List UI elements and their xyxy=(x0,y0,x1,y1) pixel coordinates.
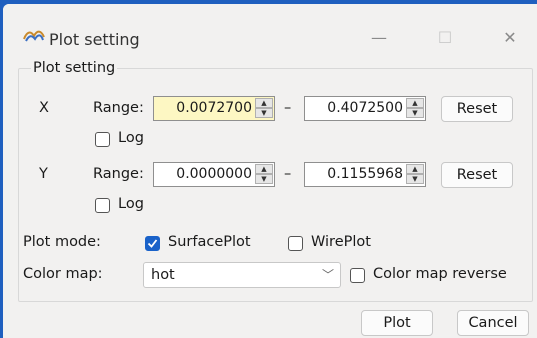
x-min-spinner[interactable]: ▲ ▼ xyxy=(255,98,273,119)
spin-up-icon[interactable]: ▲ xyxy=(255,98,273,108)
y-min-value: 0.0000000 xyxy=(176,166,252,182)
plot-button[interactable]: Plot xyxy=(361,310,433,336)
y-range-dash: – xyxy=(284,166,292,182)
spin-up-icon[interactable]: ▲ xyxy=(406,98,424,108)
color-map-value: hot xyxy=(151,267,175,283)
y-max-spinner[interactable]: ▲ ▼ xyxy=(406,164,424,185)
wireplot-checkbox[interactable] xyxy=(288,236,303,251)
minimize-button[interactable]: — xyxy=(369,28,389,48)
color-map-reverse-checkbox[interactable] xyxy=(350,268,365,283)
color-map-reverse-label: Color map reverse xyxy=(373,266,507,282)
y-reset-button[interactable]: Reset xyxy=(441,162,513,188)
spin-down-icon[interactable]: ▼ xyxy=(406,174,424,184)
y-axis-label: Y xyxy=(39,166,48,182)
x-min-value: 0.0072700 xyxy=(176,100,252,116)
title-bar[interactable]: Plot setting — ☐ ✕ xyxy=(3,4,537,49)
spin-up-icon[interactable]: ▲ xyxy=(406,164,424,174)
x-axis-label: X xyxy=(39,100,49,116)
group-label: Plot setting xyxy=(31,60,118,76)
y-log-checkbox[interactable] xyxy=(95,198,110,213)
x-max-value: 0.4072500 xyxy=(327,100,403,116)
y-range-label: Range: xyxy=(93,166,144,182)
color-map-label: Color map: xyxy=(23,266,103,282)
wireplot-label: WirePlot xyxy=(311,234,371,250)
plot-mode-label: Plot mode: xyxy=(23,234,101,250)
x-max-input[interactable]: 0.4072500 ▲ ▼ xyxy=(304,96,426,121)
x-min-input[interactable]: 0.0072700 ▲ ▼ xyxy=(153,96,275,121)
close-button[interactable]: ✕ xyxy=(500,28,520,48)
y-max-input[interactable]: 0.1155968 ▲ ▼ xyxy=(304,162,426,187)
x-range-dash: – xyxy=(284,100,292,116)
x-max-spinner[interactable]: ▲ ▼ xyxy=(406,98,424,119)
spin-down-icon[interactable]: ▼ xyxy=(406,108,424,118)
spin-up-icon[interactable]: ▲ xyxy=(255,164,273,174)
surfaceplot-checkbox[interactable] xyxy=(145,236,160,251)
y-max-value: 0.1155968 xyxy=(327,166,403,182)
app-icon xyxy=(23,30,45,42)
dialog-window: Plot setting — ☐ ✕ Plot setting X Range:… xyxy=(3,4,537,338)
chevron-down-icon: ﹀ xyxy=(321,268,334,282)
x-log-label: Log xyxy=(118,130,144,146)
maximize-button[interactable]: ☐ xyxy=(435,28,455,48)
x-log-checkbox[interactable] xyxy=(95,132,110,147)
spin-down-icon[interactable]: ▼ xyxy=(255,174,273,184)
check-icon xyxy=(147,239,158,248)
cancel-button[interactable]: Cancel xyxy=(457,310,529,336)
y-min-input[interactable]: 0.0000000 ▲ ▼ xyxy=(153,162,275,187)
x-reset-button[interactable]: Reset xyxy=(441,96,513,122)
y-log-label: Log xyxy=(118,196,144,212)
surfaceplot-label: SurfacePlot xyxy=(168,234,251,250)
window-title: Plot setting xyxy=(49,30,140,49)
y-min-spinner[interactable]: ▲ ▼ xyxy=(255,164,273,185)
x-range-label: Range: xyxy=(93,100,144,116)
color-map-select[interactable]: hot ﹀ xyxy=(143,262,341,288)
spin-down-icon[interactable]: ▼ xyxy=(255,108,273,118)
